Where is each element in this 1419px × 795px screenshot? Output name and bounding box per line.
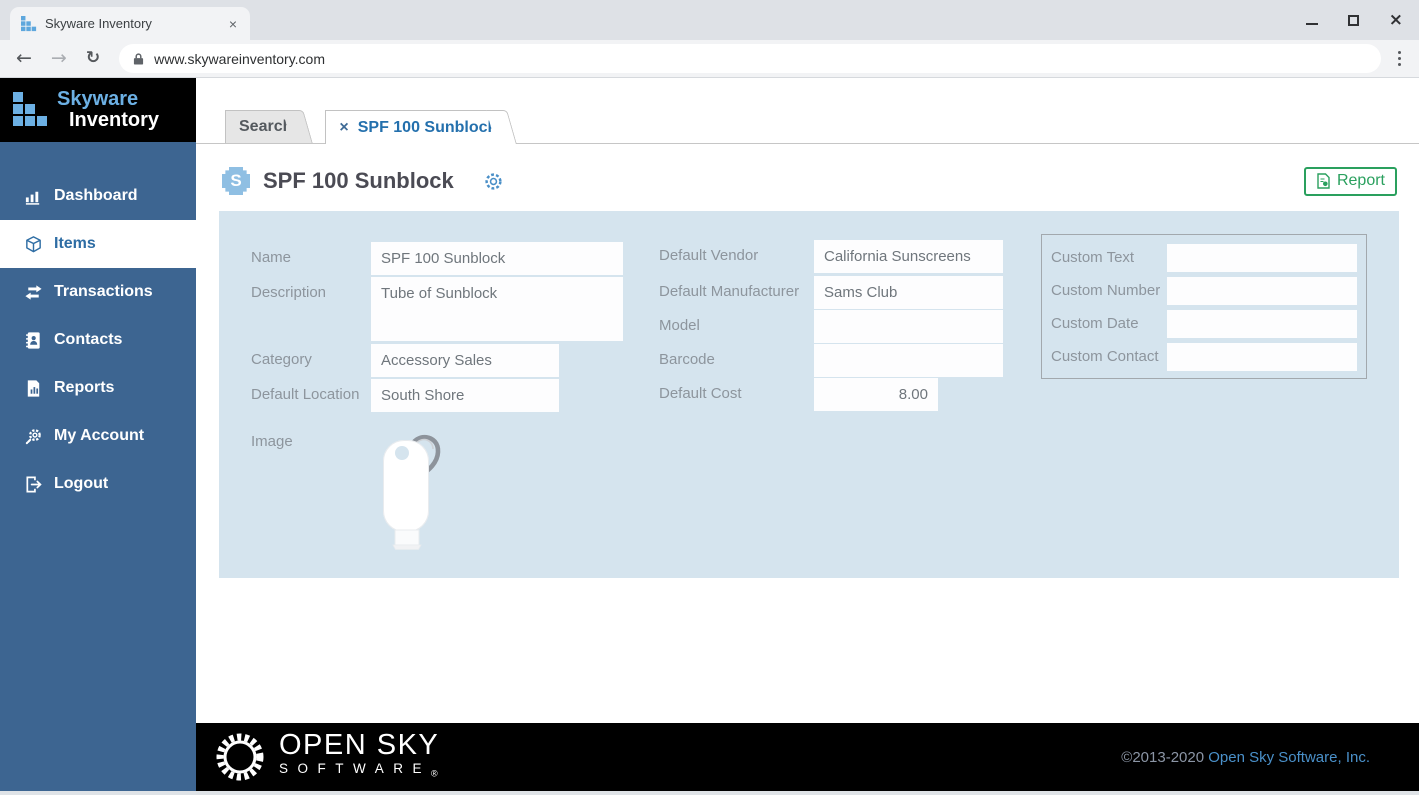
logout-door-icon (23, 474, 43, 494)
window-minimize-button[interactable] (1306, 23, 1318, 25)
registered-mark: ® (431, 769, 438, 779)
tab-search-label: Search (239, 118, 292, 136)
sidebar-item-label: Reports (54, 379, 114, 397)
logo-text-line2: Inventory (57, 110, 159, 131)
field-label-custom-contact: Custom Contact (1051, 343, 1167, 371)
report-document-icon (23, 378, 43, 398)
logo-blocks-icon (13, 92, 49, 128)
sidebar-item-logout[interactable]: Logout (0, 460, 196, 508)
default-vendor-input[interactable] (814, 240, 1003, 273)
item-tab-bar: Search × SPF 100 Sunblock (196, 110, 1419, 144)
browser-menu-icon[interactable] (1394, 47, 1405, 70)
footer: OPEN SKY SOFTWARE® ©2013-2020 Open Sky S… (196, 723, 1419, 791)
footer-brand-line1: OPEN SKY (279, 731, 439, 760)
category-input[interactable] (371, 344, 559, 377)
tab-close-icon[interactable]: × (339, 119, 348, 137)
settings-gear-icon[interactable] (483, 171, 504, 192)
bar-chart-icon (23, 186, 43, 206)
sidebar-item-my-account[interactable]: My Account (0, 412, 196, 460)
swap-arrows-icon (23, 282, 43, 302)
footer-brand-line2: SOFTWARE® (279, 760, 439, 783)
field-label-default-manufacturer: Default Manufacturer (659, 276, 814, 309)
sidebar-item-transactions[interactable]: Transactions (0, 268, 196, 316)
footer-brand: OPEN SKY SOFTWARE® (279, 731, 439, 783)
custom-date-input[interactable] (1167, 310, 1357, 338)
tab-search[interactable]: Search (225, 110, 298, 143)
company-link[interactable]: Open Sky Software, Inc. (1208, 749, 1370, 766)
reload-icon[interactable]: ↻ (86, 50, 100, 67)
field-label-category: Category (251, 344, 371, 377)
open-sky-sun-icon (214, 731, 266, 783)
sidebar: Skyware Inventory Dashboard Items (0, 78, 196, 791)
custom-contact-input[interactable] (1167, 343, 1357, 371)
sidebar-item-label: Logout (54, 475, 108, 493)
logo-text-line1: Skyware (57, 89, 159, 110)
custom-fields-box: Custom Text Custom Number Custom Date Cu… (1041, 234, 1367, 379)
barcode-input[interactable] (814, 344, 1003, 377)
main-content: Search × SPF 100 Sunblock S SPF 100 Sunb… (196, 78, 1419, 791)
default-manufacturer-input[interactable] (814, 276, 1003, 309)
default-cost-input[interactable] (814, 378, 938, 411)
custom-number-input[interactable] (1167, 277, 1357, 305)
sidebar-item-label: My Account (54, 427, 144, 445)
tab-item-label: SPF 100 Sunblock (358, 119, 497, 137)
back-icon[interactable]: ← (16, 49, 32, 68)
field-label-default-location: Default Location (251, 379, 371, 412)
url-text[interactable]: www.skywareinventory.com (154, 51, 325, 67)
forward-icon: → (51, 49, 67, 68)
field-label-image: Image (251, 426, 371, 556)
item-image-sunblock-bottle (371, 426, 461, 556)
sidebar-item-contacts[interactable]: Contacts (0, 316, 196, 364)
sidebar-item-reports[interactable]: Reports (0, 364, 196, 412)
window-maximize-button[interactable] (1348, 15, 1359, 26)
window-close-button[interactable]: × (1389, 12, 1403, 28)
sidebar-nav: Dashboard Items Transactions (0, 142, 196, 508)
address-book-icon (23, 330, 43, 350)
gear-icon (23, 426, 43, 446)
sidebar-item-items[interactable]: Items (0, 220, 196, 268)
default-location-input[interactable] (371, 379, 559, 412)
report-button[interactable]: Report (1304, 167, 1397, 196)
sidebar-item-label: Dashboard (54, 187, 138, 205)
field-label-model: Model (659, 310, 814, 343)
browser-tab-title: Skyware Inventory (45, 16, 218, 31)
item-avatar: S (222, 167, 250, 195)
page-header: S SPF 100 Sunblock Report (222, 161, 1419, 201)
browser-tab-close-icon[interactable]: × (226, 16, 240, 32)
field-label-name: Name (251, 242, 371, 275)
field-label-default-vendor: Default Vendor (659, 240, 814, 273)
report-doc-icon (1316, 173, 1331, 189)
field-label-custom-text: Custom Text (1051, 244, 1167, 272)
browser-tab[interactable]: Skyware Inventory × (10, 7, 250, 40)
field-label-default-cost: Default Cost (659, 378, 814, 411)
field-label-custom-number: Custom Number (1051, 277, 1167, 305)
description-textarea[interactable]: Tube of Sunblock (371, 277, 623, 341)
custom-text-input[interactable] (1167, 244, 1357, 272)
sidebar-item-label: Items (54, 235, 96, 253)
page-title: SPF 100 Sunblock (263, 168, 454, 194)
report-button-label: Report (1337, 172, 1385, 190)
tab-item-spf-100-sunblock[interactable]: × SPF 100 Sunblock (325, 110, 502, 144)
sidebar-item-dashboard[interactable]: Dashboard (0, 172, 196, 220)
browser-tab-strip: Skyware Inventory × × (0, 0, 1419, 40)
lock-icon (133, 52, 144, 66)
sidebar-item-label: Contacts (54, 331, 122, 349)
window-bottom-edge (0, 791, 1419, 795)
browser-toolbar: ← → ↻ www.skywareinventory.com (0, 40, 1419, 78)
favicon-blocks-icon (21, 16, 37, 32)
field-label-barcode: Barcode (659, 344, 814, 377)
item-detail-panel: Name Description Tube of Sunblock Catego… (219, 211, 1399, 578)
field-label-custom-date: Custom Date (1051, 310, 1167, 338)
sidebar-item-label: Transactions (54, 283, 153, 301)
address-bar[interactable]: www.skywareinventory.com (119, 44, 1381, 73)
model-input[interactable] (814, 310, 1003, 343)
name-input[interactable] (371, 242, 623, 275)
copyright-years: ©2013-2020 (1121, 749, 1204, 766)
field-label-description: Description (251, 277, 371, 341)
footer-copyright: ©2013-2020 Open Sky Software, Inc. (1121, 749, 1370, 766)
app-logo[interactable]: Skyware Inventory (0, 78, 196, 142)
cube-icon (23, 234, 43, 254)
